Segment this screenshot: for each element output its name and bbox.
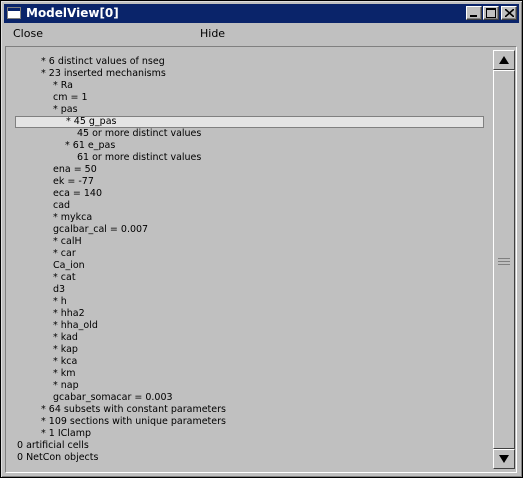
- scrollbar-thumb[interactable]: [493, 70, 515, 449]
- tree-row[interactable]: ek = -77: [53, 176, 94, 188]
- tree-row[interactable]: 0 artificial cells: [17, 440, 89, 452]
- tree-row[interactable]: 45 or more distinct values: [77, 128, 201, 140]
- tree-row[interactable]: * kad: [53, 332, 78, 344]
- tree-row[interactable]: * car: [53, 248, 76, 260]
- maximize-button[interactable]: [483, 6, 499, 20]
- tree-row[interactable]: 0 NetCon objects: [17, 452, 98, 464]
- tree-row[interactable]: * calH: [53, 236, 82, 248]
- tree-row[interactable]: gcalbar_cal = 0.007: [53, 224, 148, 236]
- tree-row[interactable]: cad: [53, 200, 70, 212]
- title-bar[interactable]: ModelView[0]: [4, 4, 519, 23]
- thumb-grip-line: [498, 258, 510, 259]
- tree-row[interactable]: * cat: [53, 272, 76, 284]
- modelview-window: ModelView[0] Close Hide * 6 distinct val…: [0, 0, 523, 478]
- tree-row[interactable]: d3: [53, 284, 65, 296]
- tree-row[interactable]: * hha_old: [53, 320, 98, 332]
- tree-row[interactable]: * kca: [53, 356, 77, 368]
- menu-bar: Close Hide: [4, 25, 519, 43]
- tree-row[interactable]: * nap: [53, 380, 79, 392]
- tree-row-selected[interactable]: * 45 g_pas: [15, 116, 484, 128]
- tree-row[interactable]: * h: [53, 296, 67, 308]
- tree-row[interactable]: * mykca: [53, 212, 92, 224]
- arrow-down-icon: [499, 455, 509, 463]
- window-title: ModelView[0]: [26, 6, 119, 20]
- tree-row[interactable]: * Ra: [53, 80, 73, 92]
- window-icon: [7, 7, 21, 19]
- close-icon: [505, 9, 514, 17]
- tree-row[interactable]: gcabar_somacar = 0.003: [53, 392, 173, 404]
- scroll-up-button[interactable]: [493, 50, 515, 70]
- tree-row[interactable]: * kap: [53, 344, 78, 356]
- tree-row[interactable]: * km: [53, 368, 76, 380]
- tree-row[interactable]: * 6 distinct values of nseg: [41, 56, 165, 68]
- tree-row[interactable]: * 109 sections with unique parameters: [41, 416, 226, 428]
- tree-row[interactable]: * 1 IClamp: [41, 428, 91, 440]
- vertical-scrollbar[interactable]: [493, 50, 515, 469]
- tree-row[interactable]: Ca_ion: [53, 260, 85, 272]
- tree-row[interactable]: * 61 e_pas: [65, 140, 115, 152]
- thumb-grip-line: [498, 264, 510, 265]
- tree-row[interactable]: * 23 inserted mechanisms: [41, 68, 166, 80]
- tree-row[interactable]: 61 or more distinct values: [77, 152, 201, 164]
- tree-row[interactable]: * 64 subsets with constant parameters: [41, 404, 226, 416]
- scroll-down-button[interactable]: [493, 449, 515, 469]
- menu-close-button[interactable]: Close: [13, 27, 43, 41]
- tree-row[interactable]: cm = 1: [53, 92, 88, 104]
- tree-row[interactable]: ena = 50: [53, 164, 97, 176]
- tree-row[interactable]: eca = 140: [53, 188, 102, 200]
- menu-hide-button[interactable]: Hide: [200, 27, 225, 41]
- arrow-up-icon: [499, 56, 509, 64]
- thumb-grip-line: [498, 261, 510, 262]
- minimize-button[interactable]: [466, 6, 482, 20]
- close-window-button[interactable]: [501, 6, 517, 20]
- model-tree-list[interactable]: * 6 distinct values of nseg * 23 inserte…: [7, 50, 489, 469]
- tree-row[interactable]: * pas: [53, 104, 78, 116]
- tree-row[interactable]: * hha2: [53, 308, 85, 320]
